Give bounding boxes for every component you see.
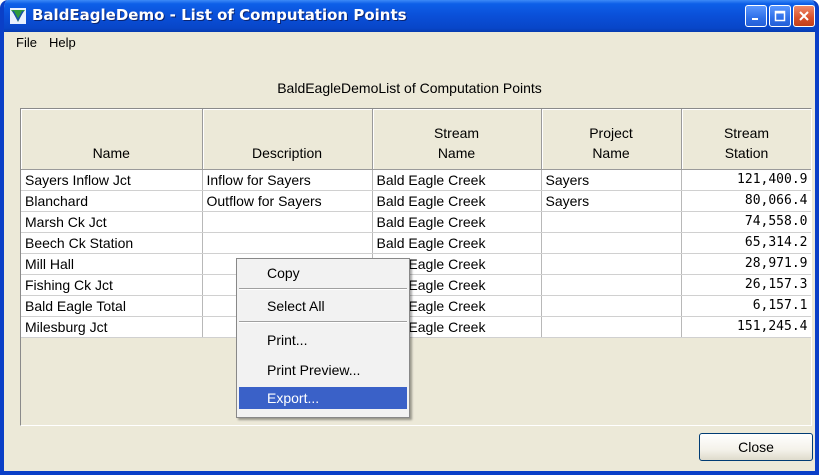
cell-stream-station[interactable]: 65,314.2 — [681, 232, 811, 254]
maximize-button[interactable] — [769, 5, 791, 27]
header-line1: Stream — [723, 124, 770, 141]
cell-project-name[interactable] — [541, 295, 682, 317]
cell-project-name[interactable] — [541, 211, 682, 233]
cell-description[interactable]: Outflow for Sayers — [202, 190, 373, 212]
table-caption: BaldEagleDemoList of Computation Points — [277, 80, 542, 96]
table-row[interactable]: Marsh Ck Jct Bald Eagle Creek 74,558.0 — [21, 211, 811, 233]
close-button[interactable]: Close — [699, 433, 813, 461]
menu-item-print-preview[interactable]: Print Preview... — [239, 359, 407, 381]
cell-project-name[interactable] — [541, 253, 682, 275]
cell-stream-station[interactable]: 151,245.4 — [681, 316, 811, 338]
table-row[interactable]: Milesburg Jct Bald Eagle Creek 151,245.4 — [21, 316, 811, 338]
table-row[interactable]: Fishing Ck Jct Bald Eagle Creek 26,157.3 — [21, 274, 811, 296]
table-row[interactable]: Mill Hall Bald Eagle Creek 28,971.9 — [21, 253, 811, 275]
cell-stream-name[interactable]: Bald Eagle Creek — [372, 211, 542, 233]
cell-stream-station[interactable]: 80,066.4 — [681, 190, 811, 212]
menu-item-copy[interactable]: Copy — [239, 262, 407, 284]
menu-separator — [239, 321, 407, 323]
cell-stream-station[interactable]: 26,157.3 — [681, 274, 811, 296]
cell-stream-name[interactable]: Bald Eagle Creek — [372, 169, 542, 191]
table-header-row: Name Description Stream Name Project Name … — [21, 109, 811, 170]
header-line1: Stream — [433, 124, 480, 141]
header-line2: Name — [592, 144, 630, 161]
cell-stream-station[interactable]: 28,971.9 — [681, 253, 811, 275]
menu-item-select-all[interactable]: Select All — [239, 295, 407, 317]
column-header-description[interactable]: Description — [202, 109, 373, 170]
close-icon — [799, 11, 809, 21]
cell-stream-station[interactable]: 121,400.9 — [681, 169, 811, 191]
app-window: BaldEagleDemo - List of Computation Poin… — [0, 0, 819, 475]
column-header-stream-name[interactable]: Stream Name — [372, 109, 542, 170]
cell-project-name[interactable]: Sayers — [541, 169, 682, 191]
cell-name[interactable]: Sayers Inflow Jct — [21, 169, 203, 191]
context-menu: Copy Select All Print... Print Preview..… — [236, 258, 410, 418]
header-line1: Project — [589, 124, 633, 141]
cell-project-name[interactable] — [541, 316, 682, 338]
close-window-button[interactable] — [793, 5, 815, 27]
cell-name[interactable]: Milesburg Jct — [21, 316, 203, 338]
cell-name[interactable]: Blanchard — [21, 190, 203, 212]
table-row[interactable]: Sayers Inflow Jct Inflow for Sayers Bald E… — [21, 169, 811, 191]
cell-stream-name[interactable]: Bald Eagle Creek — [372, 190, 542, 212]
table-scroll-pane[interactable]: Name Description Stream Name Project Name … — [20, 108, 812, 426]
menu-item-export[interactable]: Export... — [239, 387, 407, 409]
app-logo-icon — [10, 8, 26, 24]
cell-name[interactable]: Bald Eagle Total — [21, 295, 203, 317]
minimize-icon — [752, 18, 758, 20]
cell-name[interactable]: Mill Hall — [21, 253, 203, 275]
cell-project-name[interactable]: Sayers — [541, 190, 682, 212]
header-line2: Name — [92, 144, 130, 161]
cell-project-name[interactable] — [541, 232, 682, 254]
title-bar[interactable]: BaldEagleDemo - List of Computation Poin… — [4, 0, 815, 32]
header-line2: Station — [724, 144, 769, 161]
menu-file[interactable]: File — [10, 35, 43, 50]
cell-stream-station[interactable]: 6,157.1 — [681, 295, 811, 317]
window-title: BaldEagleDemo - List of Computation Poin… — [32, 6, 407, 24]
minimize-button[interactable] — [745, 5, 767, 27]
menu-item-print[interactable]: Print... — [239, 329, 407, 351]
menu-separator — [239, 288, 407, 290]
column-header-project-name[interactable]: Project Name — [541, 109, 682, 170]
column-header-name[interactable]: Name — [21, 109, 203, 170]
menu-help[interactable]: Help — [43, 35, 82, 50]
cell-description[interactable] — [202, 211, 373, 233]
maximize-icon — [774, 10, 786, 22]
cell-description[interactable]: Inflow for Sayers — [202, 169, 373, 191]
cell-name[interactable]: Beech Ck Station — [21, 232, 203, 254]
cell-stream-station[interactable]: 74,558.0 — [681, 211, 811, 233]
table-row[interactable]: Blanchard Outflow for Sayers Bald Eagle Cr… — [21, 190, 811, 212]
table-row[interactable]: Bald Eagle Total Bald Eagle Creek 6,157.1 — [21, 295, 811, 317]
computation-points-table: Name Description Stream Name Project Name … — [21, 109, 811, 338]
cell-name[interactable]: Marsh Ck Jct — [21, 211, 203, 233]
header-line2: Name — [437, 144, 476, 161]
menu-bar: File Help — [4, 32, 815, 52]
cell-project-name[interactable] — [541, 274, 682, 296]
header-line2: Description — [251, 144, 323, 161]
cell-description[interactable] — [202, 232, 373, 254]
table-row[interactable]: Beech Ck Station Bald Eagle Creek 65,314.2 — [21, 232, 811, 254]
cell-stream-name[interactable]: Bald Eagle Creek — [372, 232, 542, 254]
column-header-stream-station[interactable]: Stream Station — [681, 109, 811, 170]
cell-name[interactable]: Fishing Ck Jct — [21, 274, 203, 296]
